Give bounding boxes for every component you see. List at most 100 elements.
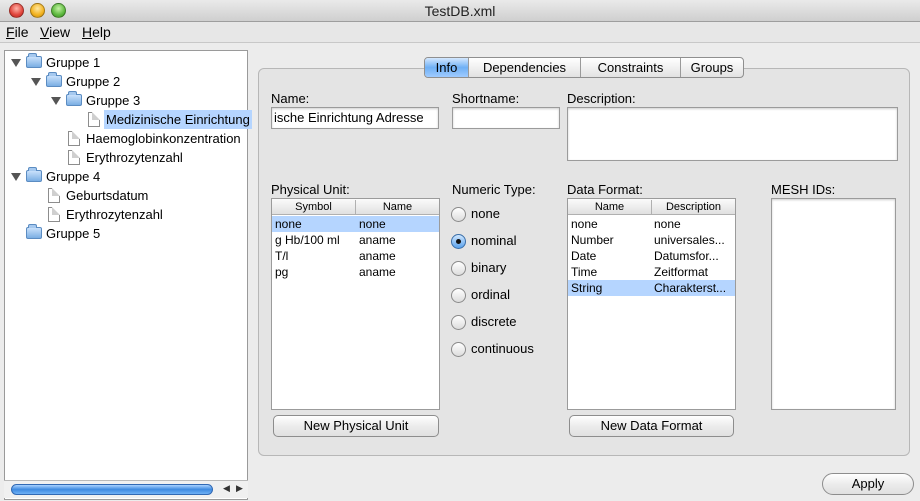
table-row[interactable]: T/l aname [272,248,439,264]
tab-constraints[interactable]: Constraints [581,58,681,77]
scrollbar-thumb[interactable] [11,484,213,495]
menu-view-label: iew [49,24,71,40]
menu-bar: File View Help [0,22,920,43]
tree-node-label: Gruppe 5 [46,226,101,241]
table-header: Name Description [568,199,735,215]
column-header-name[interactable]: Name [568,200,652,214]
menu-view[interactable]: View [40,24,70,40]
tree-node-medizinische-einrichtung[interactable]: Medizinische Einrichtung [5,110,252,129]
apply-button[interactable]: Apply [822,473,914,495]
document-icon [68,150,80,165]
cell-description: universales... [654,233,725,247]
numeric-type-label: Numeric Type: [452,182,536,197]
radio-label: binary [471,260,507,275]
physical-unit-table[interactable]: Symbol Name none none g Hb/100 ml aname … [271,198,440,410]
tree-node-label: Haemoglobinkonzentration [86,131,241,146]
new-data-format-button[interactable]: New Data Format [569,415,734,437]
table-row[interactable]: pg aname [272,264,439,280]
tree-node-haemoglobinkonzentration[interactable]: Haemoglobinkonzentration [5,129,245,148]
name-label: Name: [271,91,310,106]
column-header-description[interactable]: Description [652,200,735,214]
document-icon [68,131,80,146]
radio-button[interactable] [451,342,466,357]
expand-triangle-icon[interactable] [11,173,21,181]
menu-view-mnemonic: V [40,24,50,40]
cell-description: Datumsfor... [654,249,719,263]
menu-help[interactable]: Help [82,24,111,40]
data-format-label: Data Format: [567,182,643,197]
tree-node-erythrozytenzahl[interactable]: Erythrozytenzahl [5,148,245,167]
tree-node-label: Gruppe 1 [46,55,101,70]
column-header-name[interactable]: Name [356,200,439,214]
folder-icon [26,224,42,239]
tree-node-label: Geburtsdatum [66,188,149,203]
cell-name: Number [571,233,614,247]
tree-node-label: Erythrozytenzahl [66,207,163,222]
radio-button[interactable] [451,261,466,276]
column-header-symbol[interactable]: Symbol [272,200,356,214]
document-icon [48,207,60,222]
radio-button[interactable] [451,315,466,330]
cell-description: none [654,217,681,231]
folder-icon [26,53,42,68]
cell-symbol: T/l [275,249,289,263]
scroll-left-arrow-icon[interactable]: ◀ [223,483,230,494]
cell-description: Zeitformat [654,265,709,279]
table-row[interactable]: Number universales... [568,232,735,248]
table-row[interactable]: g Hb/100 ml aname [272,232,439,248]
shortname-field[interactable] [452,107,560,129]
tab-dependencies[interactable]: Dependencies [469,58,581,77]
menu-help-label: elp [92,24,111,40]
menu-file[interactable]: File [6,24,29,40]
radio-label: discrete [471,314,517,329]
scroll-right-arrow-icon[interactable]: ▶ [236,483,243,494]
tree-node-erythrozytenzahl-2[interactable]: Erythrozytenzahl [5,205,245,224]
description-label: Description: [567,91,636,106]
tree-node-gruppe-5[interactable]: Gruppe 5 [5,224,245,243]
cell-name: Time [571,265,598,279]
tree-node-gruppe-1[interactable]: Gruppe 1 [5,53,245,72]
table-row[interactable]: String Charakterst... [568,280,735,296]
expand-triangle-icon[interactable] [51,97,61,105]
cell-name: String [571,281,603,295]
table-row[interactable]: none none [272,216,439,232]
tab-groups[interactable]: Groups [681,58,743,77]
radio-button-selected[interactable] [451,234,466,249]
radio-button[interactable] [451,288,466,303]
tab-info[interactable]: Info [425,58,469,77]
radio-label: nominal [471,233,517,248]
tree-node-gruppe-2[interactable]: Gruppe 2 [5,72,245,91]
name-field[interactable]: ische Einrichtung Adresse [271,107,439,129]
radio-button[interactable] [451,207,466,222]
cell-name: aname [359,265,396,279]
title-bar: TestDB.xml [0,0,920,22]
table-row[interactable]: Date Datumsfor... [568,248,735,264]
cell-name: none [359,217,386,231]
cell-symbol: g Hb/100 ml [275,233,340,247]
tree-node-gruppe-3[interactable]: Gruppe 3 [5,91,245,110]
group-tree[interactable]: Gruppe 1 Gruppe 2 Gruppe 3 Medizinische … [4,50,252,500]
new-physical-unit-button[interactable]: New Physical Unit [273,415,439,437]
physical-unit-label: Physical Unit: [271,182,350,197]
expand-triangle-icon[interactable] [11,59,21,67]
cell-symbol: none [275,217,302,231]
window-title: TestDB.xml [424,3,496,19]
tree-node-geburtsdatum[interactable]: Geburtsdatum [5,186,245,205]
tree-node-gruppe-4[interactable]: Gruppe 4 [5,167,245,186]
menu-file-mnemonic: F [6,24,15,40]
tab-bar: Info Dependencies Constraints Groups [424,57,744,78]
tree-node-label: Medizinische Einrichtung [104,110,252,129]
expand-triangle-icon[interactable] [31,78,41,86]
document-icon [88,112,100,127]
data-format-table[interactable]: Name Description none none Number univer… [567,198,736,410]
table-row[interactable]: none none [568,216,735,232]
cell-symbol: pg [275,265,289,279]
document-icon [48,188,60,203]
tree-node-label: Gruppe 4 [46,169,101,184]
tree-horizontal-scrollbar[interactable]: ◀ ▶ [4,480,248,498]
radio-label: none [471,206,500,221]
mesh-ids-list[interactable] [771,198,896,410]
table-row[interactable]: Time Zeitformat [568,264,735,280]
cell-name: aname [359,233,396,247]
description-field[interactable] [567,107,898,161]
